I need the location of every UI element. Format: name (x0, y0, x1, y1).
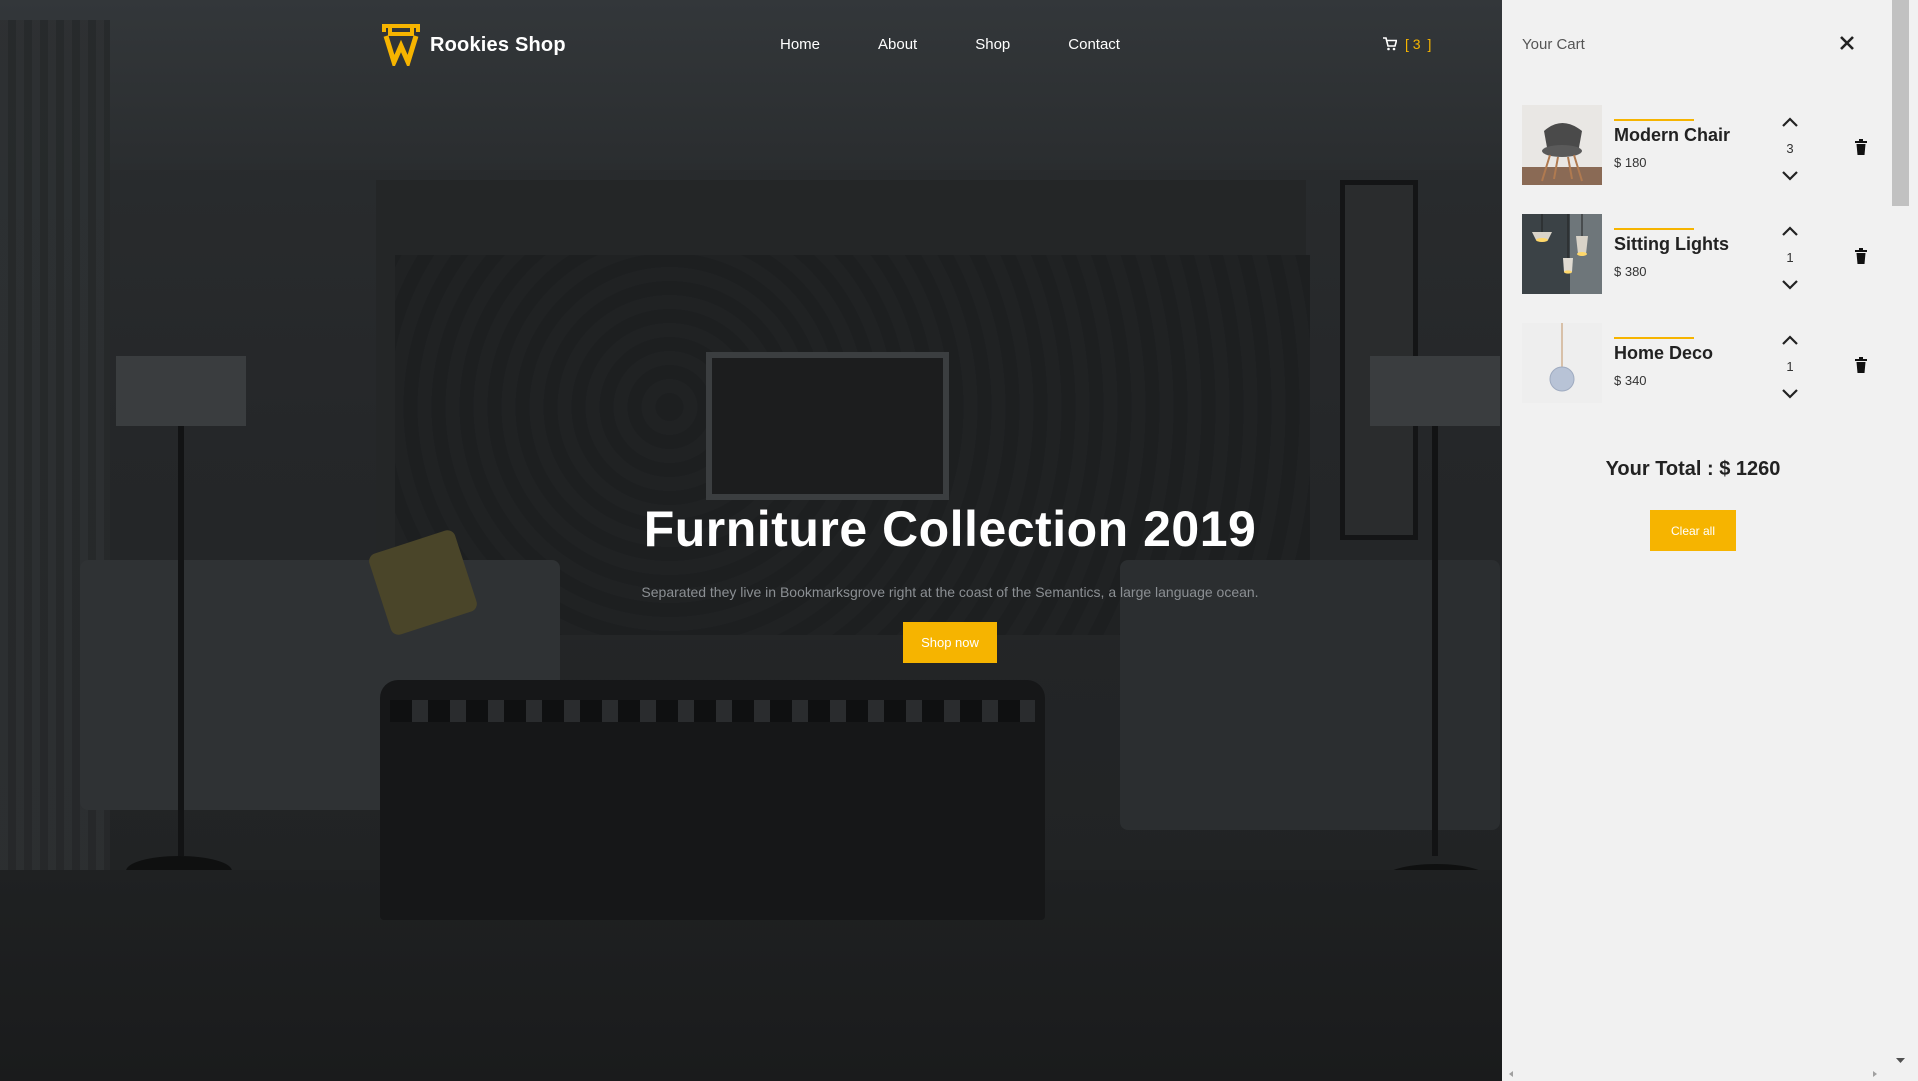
trash-icon[interactable] (1854, 139, 1868, 155)
item-accent-line (1614, 337, 1694, 339)
nav-link-about[interactable]: About (878, 36, 917, 53)
shop-now-button[interactable]: Shop now (903, 622, 997, 663)
nav-link-shop[interactable]: Shop (975, 36, 1010, 53)
pendant-lights-thumbnail (1522, 214, 1602, 294)
cart-item: Sitting Lights $ 380 1 (1522, 214, 1872, 296)
chevron-up-icon[interactable] (1780, 115, 1800, 129)
vertical-scrollbar[interactable] (1884, 0, 1918, 1081)
horizontal-scrollbar[interactable] (1502, 1066, 1884, 1081)
scroll-left-arrow-icon[interactable] (1506, 1069, 1516, 1079)
hero-title: Furniture Collection 2019 (643, 501, 1257, 557)
chevron-down-icon[interactable] (1780, 387, 1800, 401)
item-name: Sitting Lights (1614, 234, 1729, 254)
clear-all-button[interactable]: Clear all (1650, 510, 1736, 551)
cart-panel-title: Your Cart (1522, 36, 1585, 53)
item-quantity: 1 (1786, 359, 1794, 374)
item-accent-line (1614, 119, 1694, 121)
w-logo-icon (382, 24, 420, 66)
item-price: $ 340 (1614, 373, 1647, 388)
main-nav: Home About Shop Contact (780, 36, 1120, 53)
item-quantity: 1 (1786, 250, 1794, 265)
nav-link-contact[interactable]: Contact (1068, 36, 1120, 53)
close-icon[interactable] (1838, 34, 1856, 52)
cart-panel: Your Cart Modern Chair $ 180 3 Sitting L… (1502, 0, 1884, 1081)
cart-total: Your Total : $ 1260 (1605, 458, 1781, 480)
chevron-down-icon[interactable] (1780, 169, 1800, 183)
brand-name: Rookies Shop (430, 33, 566, 56)
cart-count-badge: 3 (1412, 36, 1424, 52)
chevron-down-icon[interactable] (1780, 278, 1800, 292)
home-deco-thumbnail (1522, 323, 1602, 403)
item-name: Home Deco (1614, 343, 1714, 363)
cart-icon (1383, 37, 1397, 51)
cart-item: Modern Chair $ 180 3 (1522, 105, 1872, 187)
cart-toggle-button[interactable]: [ 3 ] (1383, 36, 1431, 52)
nav-link-home[interactable]: Home (780, 36, 820, 53)
cart-item: Home Deco $ 340 1 (1522, 323, 1872, 405)
hero-content: Furniture Collection 2019 Separated they… (600, 500, 1300, 663)
item-price: $ 380 (1614, 264, 1647, 279)
site-header: Rookies Shop Home About Shop Contact [ 3… (0, 0, 1502, 92)
trash-icon[interactable] (1854, 357, 1868, 373)
scrollbar-thumb[interactable] (1892, 0, 1909, 206)
cart-count-close-bracket: ] (1427, 36, 1432, 52)
scroll-right-arrow-icon[interactable] (1870, 1069, 1880, 1079)
chair-thumbnail (1522, 105, 1602, 185)
cart-count-open-bracket: [ (1405, 36, 1409, 52)
item-price: $ 180 (1614, 155, 1647, 170)
item-quantity: 3 (1786, 141, 1794, 156)
item-name: Modern Chair (1614, 125, 1731, 145)
page: Rookies Shop Home About Shop Contact [ 3… (0, 0, 1918, 1081)
chevron-up-icon[interactable] (1780, 224, 1800, 238)
brand-logo-link[interactable]: Rookies Shop (380, 24, 566, 66)
item-accent-line (1614, 228, 1694, 230)
chevron-up-icon[interactable] (1780, 333, 1800, 347)
scroll-down-arrow-icon[interactable] (1892, 1056, 1909, 1066)
hero-section: Rookies Shop Home About Shop Contact [ 3… (0, 0, 1502, 1081)
trash-icon[interactable] (1854, 248, 1868, 264)
hero-subtitle: Separated they live in Bookmarksgrove ri… (641, 584, 1259, 600)
